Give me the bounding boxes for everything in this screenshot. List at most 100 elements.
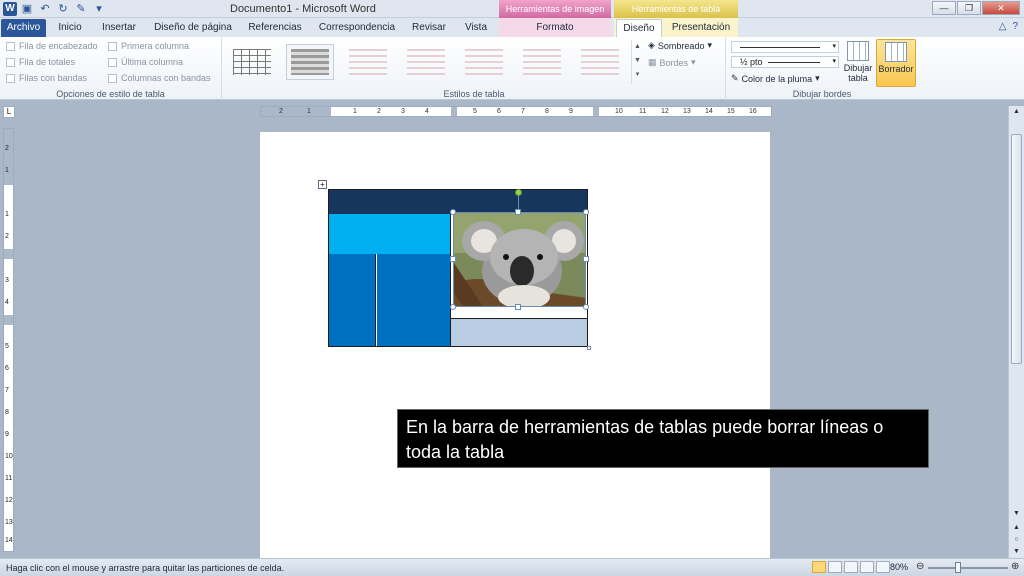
banded-columns-label: Columnas con bandas [121,73,211,83]
ribbon-collapse-icon[interactable]: △ [999,21,1007,32]
vertical-scrollbar[interactable]: ▲ ▼ ▲ ○ ▼ [1008,106,1024,558]
resize-handle[interactable] [450,256,456,262]
redo-icon[interactable]: ↻ [56,2,70,16]
pen-style-dropdown[interactable]: ▾ [731,41,839,53]
resize-handle[interactable] [515,209,521,215]
table-cell[interactable] [450,318,587,346]
ruler-tick: 4 [5,299,9,306]
format-painter-icon[interactable]: ✎ [74,2,88,16]
resize-handle[interactable] [583,256,589,262]
help-icon[interactable]: ? [1012,21,1018,32]
last-column-label: Última columna [121,57,184,67]
tab-insert[interactable]: Insertar [98,19,140,37]
browse-object-icon[interactable]: ○ [1011,536,1022,546]
table-move-handle[interactable]: + [318,180,327,189]
last-column-checkbox[interactable]: Última columna [108,57,183,67]
zoom-level[interactable]: 80% [890,562,908,572]
draw-borders-label: Dibujar bordes [792,89,852,99]
gallery-down-icon[interactable]: ▼ [632,54,643,68]
customize-icon[interactable]: ▾ [92,2,106,16]
tab-references[interactable]: Referencias [246,19,304,37]
eraser-button[interactable]: Borrador [876,39,916,87]
tab-file[interactable]: Archivo [1,19,46,37]
minimize-button[interactable]: — [932,1,956,15]
zoom-slider[interactable] [928,567,1008,569]
zoom-out-icon[interactable]: ⊖ [916,561,924,572]
tab-page-layout[interactable]: Diseño de página [152,19,234,37]
draft-view-icon[interactable] [876,561,890,573]
zoom-in-icon[interactable]: ⊕ [1011,561,1019,572]
shading-icon: ◈ [648,40,655,50]
ruler-tick: 9 [5,431,9,438]
ruler-tick: 12 [661,108,669,115]
zoom-slider-knob[interactable] [955,562,961,573]
web-layout-icon[interactable] [844,561,858,573]
resize-handle[interactable] [450,209,456,215]
close-button[interactable]: ✕ [982,1,1020,15]
borders-button[interactable]: ▦ Bordes ▾ [648,57,696,68]
eraser-label: Borrador [878,64,914,74]
rotate-handle[interactable] [515,189,522,196]
table-cell[interactable] [329,254,376,346]
tab-mailings[interactable]: Correspondencia [316,19,398,37]
scroll-up-icon[interactable]: ▲ [1011,108,1022,118]
table-style-thumb[interactable] [576,44,624,80]
table-style-thumb[interactable] [228,44,276,80]
tab-home[interactable]: Inicio [54,19,86,37]
ruler-tick: 1 [5,211,9,218]
table-style-thumb[interactable] [460,44,508,80]
undo-icon[interactable]: ↶ [38,2,52,16]
horizontal-ruler[interactable]: 2 1 1 2 3 4 5 6 7 8 9 10 11 12 13 14 15 … [260,106,772,117]
table-cell[interactable] [377,254,450,346]
tab-view[interactable]: Vista [460,19,492,37]
total-row-checkbox[interactable]: Fila de totales [6,57,75,67]
pen-color-button[interactable]: ✎ Color de la pluma ▾ [731,73,820,84]
tab-selector[interactable]: L [3,106,15,118]
table-style-thumb[interactable] [518,44,566,80]
table-style-thumb[interactable] [402,44,450,80]
ruler-tick: 15 [727,108,735,115]
koala-image[interactable] [453,212,586,307]
resize-handle[interactable] [583,209,589,215]
draw-table-button[interactable]: Dibujar tabla [840,39,876,87]
resize-handle[interactable] [583,304,589,310]
table-cell[interactable] [329,214,450,254]
pen-weight-dropdown[interactable]: ½ pto ▾ [731,56,839,68]
word-app-icon[interactable]: W [3,2,17,16]
maximize-button[interactable]: ❐ [957,1,981,15]
shading-button[interactable]: ◈ Sombreado ▾ [648,40,712,51]
table-cell[interactable] [329,190,587,214]
resize-handle[interactable] [515,304,521,310]
ruler-tick: 12 [5,497,13,504]
tab-format[interactable]: Formato [525,19,585,37]
table-style-thumb[interactable] [344,44,392,80]
banded-rows-checkbox[interactable]: Filas con bandas [6,73,87,83]
full-screen-reading-icon[interactable] [828,561,842,573]
vertical-ruler[interactable]: 2 1 1 2 3 4 5 6 7 8 9 10 11 12 13 14 [3,128,14,552]
tab-design[interactable]: Diseño [616,19,662,37]
save-icon[interactable]: ▣ [20,2,34,16]
ruler-tick: 13 [5,519,13,526]
outline-view-icon[interactable] [860,561,874,573]
scroll-down-icon[interactable]: ▼ [1011,510,1022,520]
ruler-tick: 2 [5,233,9,240]
table-style-thumb[interactable] [286,44,334,80]
gallery-more-icon[interactable]: ▾ [632,68,643,82]
scroll-thumb[interactable] [1011,134,1022,364]
chevron-down-icon: ▾ [707,40,712,50]
tab-layout[interactable]: Presentación [668,19,734,37]
resize-handle[interactable] [450,304,456,310]
window-title: Documento1 - Microsoft Word [230,3,376,15]
banded-columns-checkbox[interactable]: Columnas con bandas [108,73,211,83]
next-page-icon[interactable]: ▼ [1011,548,1022,558]
first-column-checkbox[interactable]: Primera columna [108,41,189,51]
help-area: △ ? [999,21,1018,32]
print-layout-view-icon[interactable] [812,561,826,573]
header-row-checkbox[interactable]: Fila de encabezado [6,41,98,51]
ruler-tick: 4 [425,108,429,115]
prev-page-icon[interactable]: ▲ [1011,524,1022,534]
ruler-tick: 2 [5,145,9,152]
tab-review[interactable]: Revisar [408,19,450,37]
table-resize-handle[interactable] [587,346,591,350]
gallery-up-icon[interactable]: ▲ [632,40,643,54]
